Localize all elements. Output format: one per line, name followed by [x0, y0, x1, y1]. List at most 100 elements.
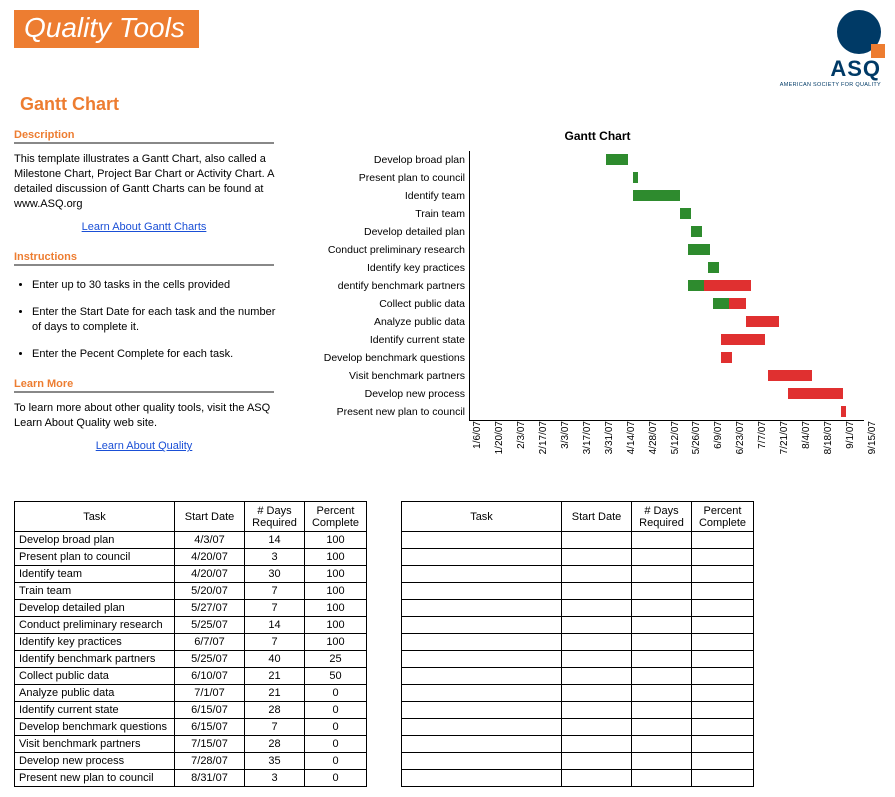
table-row[interactable]: [402, 566, 754, 583]
cell-start[interactable]: 4/20/07: [175, 549, 245, 566]
cell-start[interactable]: 5/27/07: [175, 600, 245, 617]
cell-days[interactable]: 14: [245, 617, 305, 634]
cell-days[interactable]: 28: [245, 736, 305, 753]
cell-start[interactable]: 7/28/07: [175, 753, 245, 770]
table-row[interactable]: [402, 702, 754, 719]
table-row[interactable]: Develop detailed plan5/27/077100: [15, 600, 367, 617]
cell-pct[interactable]: 0: [305, 685, 367, 702]
gantt-x-tick: 9/15/07: [867, 421, 878, 454]
cell-days[interactable]: 7: [245, 719, 305, 736]
table-row[interactable]: [402, 583, 754, 600]
cell-task[interactable]: Collect public data: [15, 668, 175, 685]
table-row[interactable]: Develop broad plan4/3/0714100: [15, 532, 367, 549]
cell-start[interactable]: 6/7/07: [175, 634, 245, 651]
table-row[interactable]: Develop benchmark questions6/15/0770: [15, 719, 367, 736]
cell-task[interactable]: Present plan to council: [15, 549, 175, 566]
cell-task[interactable]: Conduct preliminary research: [15, 617, 175, 634]
cell-days[interactable]: 35: [245, 753, 305, 770]
cell-start[interactable]: 4/20/07: [175, 566, 245, 583]
table-row[interactable]: [402, 651, 754, 668]
cell-pct[interactable]: 0: [305, 719, 367, 736]
table-row[interactable]: [402, 668, 754, 685]
table-row[interactable]: Identify team4/20/0730100: [15, 566, 367, 583]
cell-task[interactable]: Analyze public data: [15, 685, 175, 702]
cell-pct[interactable]: 0: [305, 736, 367, 753]
cell-pct[interactable]: 100: [305, 566, 367, 583]
table-row[interactable]: [402, 549, 754, 566]
cell-start[interactable]: 6/15/07: [175, 719, 245, 736]
cell-pct[interactable]: 100: [305, 634, 367, 651]
cell-pct[interactable]: 50: [305, 668, 367, 685]
cell-pct[interactable]: 100: [305, 617, 367, 634]
learn-quality-link[interactable]: Learn About Quality: [14, 440, 274, 452]
table-row[interactable]: [402, 634, 754, 651]
cell-days[interactable]: 28: [245, 702, 305, 719]
table-row[interactable]: [402, 617, 754, 634]
cell-task[interactable]: Identify benchmark partners: [15, 651, 175, 668]
cell-task[interactable]: Develop detailed plan: [15, 600, 175, 617]
cell-pct[interactable]: 100: [305, 583, 367, 600]
table-row[interactable]: [402, 685, 754, 702]
cell-task[interactable]: Develop broad plan: [15, 532, 175, 549]
cell-pct[interactable]: 100: [305, 600, 367, 617]
cell-task[interactable]: Visit benchmark partners: [15, 736, 175, 753]
cell-start[interactable]: 8/31/07: [175, 770, 245, 787]
table-row[interactable]: [402, 736, 754, 753]
table-row[interactable]: Identify key practices6/7/077100: [15, 634, 367, 651]
learn-gantt-link[interactable]: Learn About Gantt Charts: [14, 221, 274, 233]
cell-task[interactable]: Identify current state: [15, 702, 175, 719]
cell-pct[interactable]: 0: [305, 702, 367, 719]
cell-pct[interactable]: 100: [305, 549, 367, 566]
cell-pct[interactable]: 100: [305, 532, 367, 549]
cell-start[interactable]: 6/10/07: [175, 668, 245, 685]
cell-task[interactable]: Present new plan to council: [15, 770, 175, 787]
table-row[interactable]: Visit benchmark partners7/15/07280: [15, 736, 367, 753]
gantt-row-label: Develop benchmark questions: [314, 349, 469, 367]
table-row[interactable]: [402, 719, 754, 736]
table-row[interactable]: [402, 600, 754, 617]
cell-days[interactable]: 21: [245, 685, 305, 702]
table-row[interactable]: Develop new process7/28/07350: [15, 753, 367, 770]
cell-start[interactable]: 4/3/07: [175, 532, 245, 549]
table-row[interactable]: Conduct preliminary research5/25/0714100: [15, 617, 367, 634]
cell-start[interactable]: 5/25/07: [175, 651, 245, 668]
table-row[interactable]: [402, 532, 754, 549]
cell-start[interactable]: 5/25/07: [175, 617, 245, 634]
cell-days[interactable]: 21: [245, 668, 305, 685]
cell-pct[interactable]: 25: [305, 651, 367, 668]
cell-pct[interactable]: 0: [305, 753, 367, 770]
cell-task[interactable]: Train team: [15, 583, 175, 600]
cell-task[interactable]: Identify team: [15, 566, 175, 583]
task-table-blank[interactable]: Task Start Date # Days Required Percent …: [401, 501, 754, 787]
cell-days[interactable]: 14: [245, 532, 305, 549]
task-table-filled[interactable]: Task Start Date # Days Required Percent …: [14, 501, 367, 787]
table-row[interactable]: Collect public data6/10/072150: [15, 668, 367, 685]
cell-days[interactable]: 7: [245, 583, 305, 600]
cell-days[interactable]: 40: [245, 651, 305, 668]
cell-days[interactable]: 30: [245, 566, 305, 583]
table-row[interactable]: Analyze public data7/1/07210: [15, 685, 367, 702]
cell-task[interactable]: Develop new process: [15, 753, 175, 770]
table-row[interactable]: Identify benchmark partners5/25/074025: [15, 651, 367, 668]
cell-days[interactable]: 3: [245, 549, 305, 566]
table-row[interactable]: [402, 770, 754, 787]
table-row[interactable]: [402, 753, 754, 770]
instructions-list: Enter up to 30 tasks in the cells provid…: [14, 278, 284, 361]
gantt-x-tick: 6/9/07: [713, 421, 724, 449]
cell-start[interactable]: 5/20/07: [175, 583, 245, 600]
cell-start[interactable]: 7/15/07: [175, 736, 245, 753]
cell-task[interactable]: Identify key practices: [15, 634, 175, 651]
cell-days[interactable]: 7: [245, 634, 305, 651]
cell-pct[interactable]: 0: [305, 770, 367, 787]
cell-start[interactable]: 6/15/07: [175, 702, 245, 719]
cell-days[interactable]: 3: [245, 770, 305, 787]
table-row[interactable]: Present plan to council4/20/073100: [15, 549, 367, 566]
table-row[interactable]: Identify current state6/15/07280: [15, 702, 367, 719]
cell-task[interactable]: Develop benchmark questions: [15, 719, 175, 736]
table-row[interactable]: Present new plan to council8/31/0730: [15, 770, 367, 787]
col-days: # Days Required: [632, 502, 692, 532]
cell-days[interactable]: 7: [245, 600, 305, 617]
cell-start[interactable]: 7/1/07: [175, 685, 245, 702]
table-row[interactable]: Train team5/20/077100: [15, 583, 367, 600]
gantt-row-label: Identify key practices: [314, 259, 469, 277]
